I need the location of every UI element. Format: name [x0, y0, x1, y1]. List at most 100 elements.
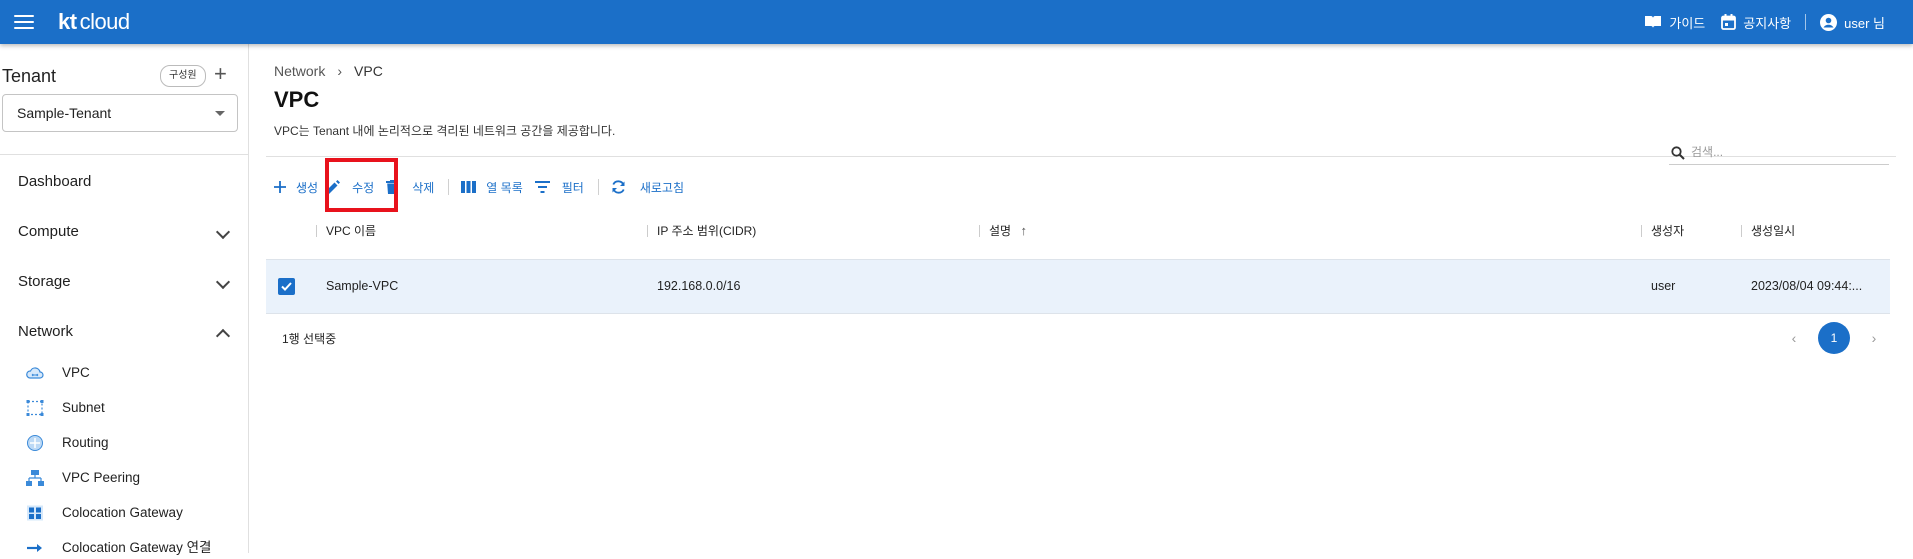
breadcrumb-vpc: VPC [354, 63, 383, 79]
sidebar-item-colocation-gateway-connection[interactable]: Colocation Gateway 연결 [26, 537, 236, 559]
search-icon [1671, 146, 1685, 160]
column-separator [1741, 225, 1742, 237]
vpc-peering-icon [26, 470, 44, 486]
sidebar: Tenant 구성원 + Sample-Tenant Dashboard Com… [0, 44, 249, 555]
kt-cloud-logo[interactable]: kt cloud [58, 9, 130, 35]
filter-icon [534, 181, 550, 193]
topbar-divider [1805, 14, 1807, 30]
columns-label: 열 목록 [486, 180, 523, 195]
sidebar-item-network[interactable]: Network [18, 320, 231, 344]
arrow-right-icon [27, 544, 42, 552]
breadcrumb: Network › VPC [274, 63, 383, 79]
sidebar-item-vpc-peering[interactable]: VPC Peering [26, 467, 236, 489]
sidebar-item-subnet[interactable]: Subnet [26, 397, 236, 419]
sidebar-item-label: Storage [18, 273, 71, 290]
cell-vpc-name: Sample-VPC [326, 279, 399, 293]
sort-ascending-icon: ↑ [1020, 223, 1027, 238]
filter-button[interactable]: 필터 [534, 179, 584, 196]
column-header-description[interactable]: 설명 ↑ [989, 216, 1027, 260]
table-header: VPC 이름 IP 주소 범위(CIDR) 설명 ↑ 생성자 생성일시 [266, 216, 1890, 260]
column-header-description-label: 설명 [989, 224, 1012, 238]
sidebar-item-label: Colocation Gateway [62, 505, 183, 520]
sidebar-item-vpc[interactable]: VPC [26, 362, 236, 384]
sidebar-item-label: Routing [62, 435, 109, 450]
tenant-select-value: Sample-Tenant [17, 105, 112, 121]
column-separator [647, 225, 648, 237]
chevron-left-icon[interactable]: ‹ [1784, 330, 1804, 346]
guide-link[interactable]: 가이드 [1644, 13, 1705, 32]
column-header-creator[interactable]: 생성자 [1651, 216, 1684, 260]
chevron-up-icon [215, 328, 231, 344]
notice-label: 공지사항 [1743, 15, 1792, 31]
calendar-icon [1721, 14, 1737, 30]
sidebar-item-dashboard[interactable]: Dashboard [18, 170, 228, 194]
column-header-cidr[interactable]: IP 주소 범위(CIDR) [657, 216, 756, 260]
sidebar-item-label: Colocation Gateway 연결 [62, 540, 212, 555]
sidebar-item-label: VPC Peering [62, 470, 141, 485]
sidebar-item-routing[interactable]: Routing [26, 432, 236, 454]
routing-icon [27, 435, 43, 451]
top-navigation-bar: kt cloud 가이드 공지사항 user 님 [0, 0, 1913, 44]
column-header-vpc-name[interactable]: VPC 이름 [326, 216, 376, 260]
table-row[interactable]: Sample-VPC 192.168.0.0/16 user 2023/08/0… [266, 259, 1890, 314]
user-label: user 님 [1844, 15, 1885, 31]
chevron-down-icon [215, 224, 231, 240]
guide-label: 가이드 [1669, 15, 1706, 31]
chevron-down-icon [215, 274, 231, 290]
delete-label: 삭제 [412, 180, 435, 195]
refresh-button[interactable]: 새로고침 [611, 179, 684, 196]
colocation-gateway-icon [27, 505, 43, 521]
sidebar-item-label: Dashboard [18, 173, 92, 190]
refresh-label: 새로고침 [639, 180, 685, 195]
notice-link[interactable]: 공지사항 [1721, 13, 1791, 32]
user-menu[interactable]: user 님 [1820, 13, 1885, 32]
sidebar-item-colocation-gateway[interactable]: Colocation Gateway [26, 502, 236, 524]
sidebar-item-label: VPC [62, 365, 90, 380]
sidebar-divider [0, 154, 248, 155]
sidebar-item-storage[interactable]: Storage [18, 270, 231, 294]
row-checkbox[interactable] [278, 278, 295, 295]
column-separator [1641, 225, 1642, 237]
columns-icon [461, 181, 477, 193]
search-box[interactable] [1669, 142, 1889, 165]
cell-created-at: 2023/08/04 09:44:... [1751, 279, 1863, 293]
page-number-current[interactable]: 1 [1818, 322, 1850, 354]
member-button[interactable]: 구성원 [160, 65, 206, 87]
dropdown-caret-icon [215, 111, 225, 116]
page-title: VPC [274, 87, 320, 112]
edit-button-highlight-box [325, 158, 398, 212]
create-button[interactable]: 생성 [274, 179, 318, 196]
column-separator [979, 225, 980, 237]
menu-icon[interactable] [14, 13, 34, 31]
subnet-icon [26, 400, 44, 416]
columns-button[interactable]: 열 목록 [461, 179, 523, 196]
sidebar-item-compute[interactable]: Compute [18, 220, 231, 244]
refresh-icon [612, 180, 625, 194]
pagination: ‹ 1 › [1784, 322, 1884, 354]
selected-count: 1행 선택중 [282, 332, 337, 346]
plus-icon [274, 181, 286, 193]
add-tenant-button[interactable]: + [214, 62, 227, 86]
search-input[interactable] [1691, 142, 1881, 162]
breadcrumb-separator-icon: › [337, 63, 343, 79]
chevron-right-icon[interactable]: › [1864, 330, 1884, 346]
book-icon [1645, 16, 1662, 28]
cell-creator: user [1651, 279, 1676, 293]
sidebar-item-label: Network [18, 323, 74, 340]
toolbar-divider [448, 179, 450, 195]
create-label: 생성 [296, 180, 319, 195]
vpc-cloud-icon [26, 367, 44, 379]
cell-cidr: 192.168.0.0/16 [657, 279, 741, 293]
filter-label: 필터 [561, 180, 584, 195]
tenant-select[interactable]: Sample-Tenant [2, 94, 238, 132]
sidebar-item-label: Subnet [62, 400, 105, 415]
header-divider [266, 156, 1896, 157]
breadcrumb-network[interactable]: Network [274, 63, 325, 79]
column-header-created-at[interactable]: 생성일시 [1751, 216, 1795, 260]
toolbar-divider [597, 179, 599, 195]
sidebar-item-label: Compute [18, 223, 79, 240]
check-icon [281, 282, 292, 291]
account-icon [1820, 13, 1838, 31]
page-description: VPC는 Tenant 내에 논리적으로 격리된 네트워크 공간을 제공합니다. [274, 124, 616, 138]
tenant-title: Tenant [2, 66, 57, 86]
